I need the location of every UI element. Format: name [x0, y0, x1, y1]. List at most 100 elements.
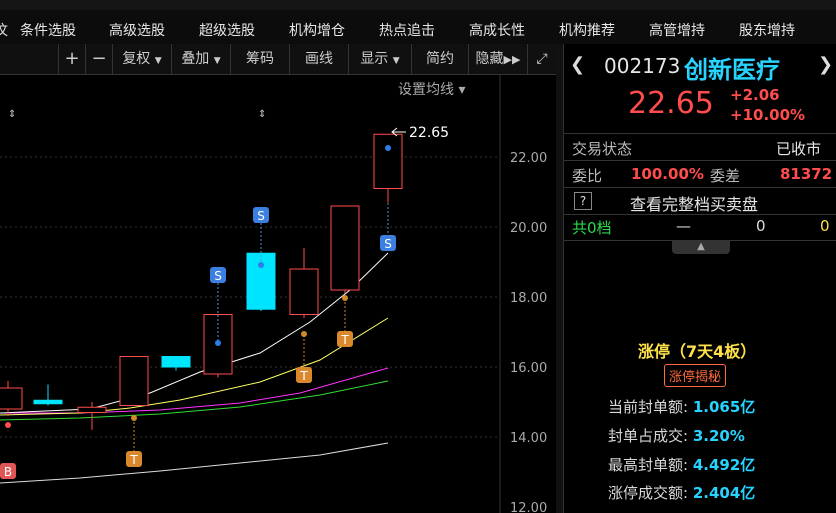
limit-up-title: 涨停（7天4板）: [638, 342, 757, 361]
nav-tab-3[interactable]: 超级选股: [199, 20, 255, 40]
b-badge[interactable]: B: [0, 463, 16, 479]
y-tick-label: 16.00: [510, 361, 547, 376]
svg-text:T: T: [299, 369, 308, 383]
signal-markers: [5, 145, 391, 452]
stat-label: 涨停成交额:: [608, 484, 689, 502]
zoom-in-button[interactable]: +: [58, 44, 85, 74]
diejia-label: 叠加: [181, 51, 210, 67]
s-badge[interactable]: S: [380, 235, 396, 251]
jianyue-button[interactable]: 简约: [411, 44, 468, 74]
y-tick-label: 22.00: [510, 151, 547, 166]
levels-value-1: 0: [756, 217, 766, 235]
full-book-row[interactable]: ? 查看完整档买卖盘: [564, 187, 836, 214]
candle-body[interactable]: [119, 356, 149, 406]
stat-label: 最高封单额:: [608, 456, 689, 474]
stat-row: 涨停成交额: 2.404亿: [608, 482, 755, 503]
stock-name: 创新医疗: [684, 56, 780, 84]
status-value: 已收市: [776, 140, 822, 158]
nav-tab-4[interactable]: 机构增仓: [289, 20, 345, 40]
price-change-pct: +10.00%: [730, 106, 806, 124]
stat-value: 2.404亿: [692, 484, 756, 502]
chouma-button[interactable]: 筹码: [230, 44, 289, 74]
y-tick-label: 14.00: [510, 431, 547, 446]
kline-chart[interactable]: S S S T T T B ⇕ ⇕ 22.65 设置均线 ▾ 22.00 20.…: [0, 75, 556, 513]
nav-tab-partial[interactable]: 汶: [0, 20, 8, 40]
ma-settings-button[interactable]: 设置均线 ▾: [398, 82, 465, 98]
price-block: 22.65 +2.06 +10.00%: [564, 86, 836, 130]
yincang-button[interactable]: 隐藏▶▶: [468, 44, 527, 74]
stat-value: 4.492亿: [692, 456, 756, 474]
candle-body[interactable]: [289, 268, 319, 315]
drag-handle-icon[interactable]: ⇕: [8, 109, 16, 120]
chevron-down-icon: ▼: [392, 56, 400, 66]
divider: [564, 240, 836, 241]
price-change: +2.06: [730, 86, 780, 104]
y-tick-label: 18.00: [510, 291, 547, 306]
candle-body[interactable]: [0, 387, 23, 410]
huaxian-button[interactable]: 画线: [289, 44, 348, 74]
nav-tab-6[interactable]: 高成长性: [469, 20, 525, 40]
nav-tab-2[interactable]: 高级选股: [109, 20, 165, 40]
levels-value-2: 0: [820, 217, 830, 235]
svg-text:S: S: [384, 237, 392, 251]
candle-body[interactable]: [373, 133, 403, 189]
svg-text:T: T: [129, 453, 138, 467]
candle-body[interactable]: [161, 356, 191, 368]
levels-label: 共0档: [572, 219, 612, 237]
levels-row: 共0档 — 0 0: [564, 214, 836, 239]
weibi-row: 委比 100.00% 委差 81372: [564, 160, 836, 187]
fuquan-label: 复权: [122, 51, 151, 67]
fuquan-dropdown[interactable]: 复权 ▼: [112, 44, 171, 74]
prev-stock-icon[interactable]: ❮: [570, 54, 585, 75]
ma60-line: [0, 442, 389, 484]
top-nav: 汶 条件选股 高级选股 超级选股 机构增仓 热点追击 高成长性 机构推荐 高管增…: [0, 0, 836, 45]
chevron-down-icon: ▼: [154, 56, 162, 66]
svg-text:S: S: [257, 209, 265, 223]
svg-text:T: T: [340, 333, 349, 347]
nav-tab-8[interactable]: 高管增持: [649, 20, 705, 40]
help-icon[interactable]: ?: [574, 192, 592, 210]
levels-dash: —: [676, 217, 691, 235]
double-chevron-right-icon: ▶▶: [503, 53, 521, 66]
y-tick-label: 20.00: [510, 221, 547, 236]
limit-up-reveal-button[interactable]: 涨停揭秘: [664, 364, 727, 387]
weicha-label: 委差: [710, 167, 741, 185]
stat-row: 最高封单额: 4.492亿: [608, 454, 755, 475]
candle-body[interactable]: [246, 252, 276, 310]
diejia-dropdown[interactable]: 叠加 ▼: [171, 44, 230, 74]
chart-toolbar: + − 复权 ▼ 叠加 ▼ 筹码 画线 显示 ▼ 简约 隐藏▶▶ ⤢: [0, 44, 556, 75]
weicha-value: 81372: [780, 165, 833, 183]
stat-label: 当前封单额:: [608, 398, 689, 416]
fullscreen-icon[interactable]: ⤢: [527, 44, 556, 74]
next-stock-icon[interactable]: ❯: [818, 54, 833, 75]
y-axis: 22.00 20.00 18.00 16.00 14.00 12.00: [510, 151, 547, 513]
ma5-line: [0, 252, 389, 414]
t-badge[interactable]: T: [296, 367, 312, 383]
full-book-link[interactable]: 查看完整档买卖盘: [630, 191, 758, 215]
nav-tab-7[interactable]: 机构推荐: [559, 20, 615, 40]
stock-code: 002173: [604, 54, 681, 78]
drag-handle-icon[interactable]: ⇕: [258, 109, 266, 120]
nav-tab-9[interactable]: 股东增持: [739, 20, 795, 40]
nav-tab-1[interactable]: 条件选股: [20, 20, 76, 40]
stat-row: 封单占成交: 3.20%: [608, 425, 745, 446]
s-badge[interactable]: S: [253, 207, 269, 223]
quote-panel: ❮ 002173 创新医疗 ❯ 22.65 +2.06 +10.00% 交易状态…: [563, 44, 836, 513]
status-label: 交易状态: [572, 140, 633, 158]
candle-body[interactable]: [33, 399, 63, 405]
last-price: 22.65: [628, 86, 714, 121]
nav-tab-5[interactable]: 热点追击: [379, 20, 435, 40]
s-badge[interactable]: S: [210, 267, 226, 283]
stock-header: ❮ 002173 创新医疗 ❯: [564, 52, 836, 84]
stat-row: 当前封单额: 1.065亿: [608, 396, 755, 417]
trade-status-row: 交易状态 已收市: [564, 133, 836, 160]
t-badge[interactable]: T: [337, 331, 353, 347]
candle-body[interactable]: [330, 205, 360, 291]
t-badge[interactable]: T: [126, 451, 142, 467]
expand-chevron-up-icon[interactable]: ▲: [672, 240, 730, 254]
zoom-out-button[interactable]: −: [85, 44, 112, 74]
splitter-handle[interactable]: [556, 44, 563, 513]
y-tick-label: 12.00: [510, 501, 547, 513]
candle-body[interactable]: [77, 406, 107, 413]
xianshi-dropdown[interactable]: 显示 ▼: [348, 44, 411, 74]
